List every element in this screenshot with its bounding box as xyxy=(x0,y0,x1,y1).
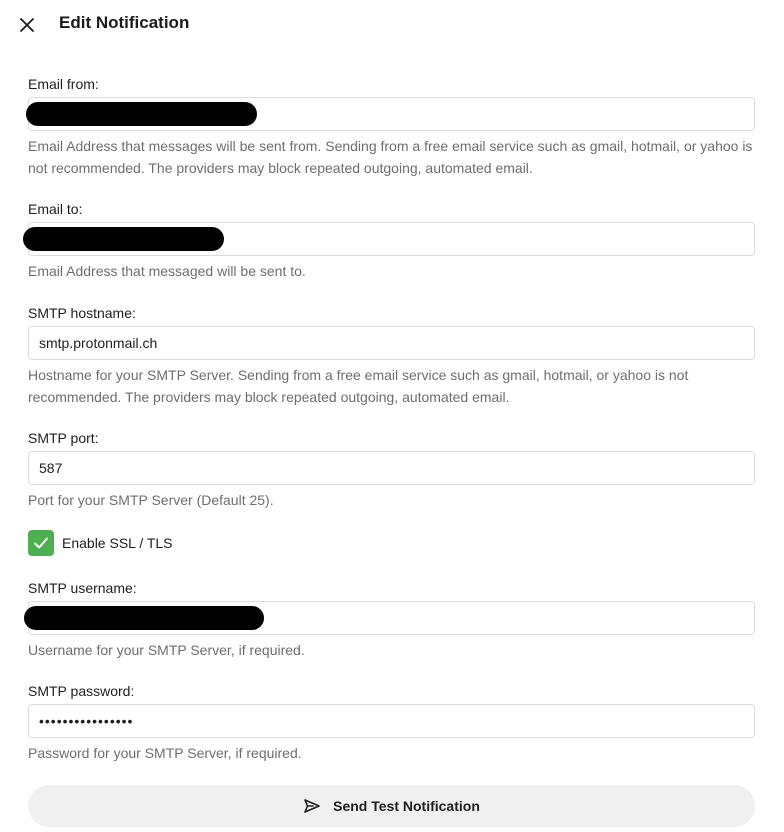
smtp-port-help: Port for your SMTP Server (Default 25). xyxy=(28,492,274,508)
enable-ssl-checkbox[interactable] xyxy=(28,530,54,556)
redaction-mark xyxy=(23,227,224,251)
smtp-hostname-input[interactable]: smtp.protonmail.ch xyxy=(28,326,755,360)
smtp-port-input[interactable]: 587 xyxy=(28,451,755,485)
email-from-help: Email Address that messages will be sent… xyxy=(28,138,753,176)
send-test-notification-button[interactable]: Send Test Notification xyxy=(28,785,755,827)
email-from-input[interactable] xyxy=(26,97,755,131)
redaction-mark xyxy=(24,606,264,630)
email-to-field: Email to: Email Address that messaged wi… xyxy=(23,199,755,282)
checkmark-icon xyxy=(34,537,48,549)
dialog-title: Edit Notification xyxy=(59,13,190,32)
email-from-field: Email from: Email Address that messages … xyxy=(26,74,755,179)
close-icon xyxy=(20,18,34,32)
email-to-label: Email to: xyxy=(28,201,83,217)
redaction-mark xyxy=(26,102,257,126)
smtp-password-input[interactable]: •••••••••••••••• xyxy=(28,704,755,738)
smtp-username-field: SMTP username: Username for your SMTP Se… xyxy=(24,578,755,661)
smtp-hostname-field: SMTP hostname: smtp.protonmail.ch Hostna… xyxy=(28,303,755,408)
smtp-hostname-label: SMTP hostname: xyxy=(28,305,136,321)
smtp-username-input[interactable] xyxy=(24,601,755,635)
smtp-port-field: SMTP port: 587 Port for your SMTP Server… xyxy=(28,428,755,511)
smtp-username-label: SMTP username: xyxy=(28,580,137,596)
smtp-password-field: SMTP password: •••••••••••••••• Password… xyxy=(28,681,755,764)
email-from-label: Email from: xyxy=(28,76,99,92)
smtp-password-help: Password for your SMTP Server, if requir… xyxy=(28,745,302,761)
send-test-notification-label: Send Test Notification xyxy=(333,798,480,814)
send-icon xyxy=(304,799,320,813)
smtp-password-label: SMTP password: xyxy=(28,683,135,699)
smtp-hostname-help: Hostname for your SMTP Server. Sending f… xyxy=(28,367,689,405)
email-to-input[interactable] xyxy=(23,222,755,256)
email-to-help: Email Address that messaged will be sent… xyxy=(28,263,306,279)
smtp-username-help: Username for your SMTP Server, if requir… xyxy=(28,642,305,658)
smtp-port-label: SMTP port: xyxy=(28,430,99,446)
enable-ssl-label: Enable SSL / TLS xyxy=(62,535,173,551)
dialog-header: Edit Notification xyxy=(0,0,784,50)
close-button[interactable] xyxy=(14,12,40,38)
enable-ssl-row: Enable SSL / TLS xyxy=(28,530,173,556)
